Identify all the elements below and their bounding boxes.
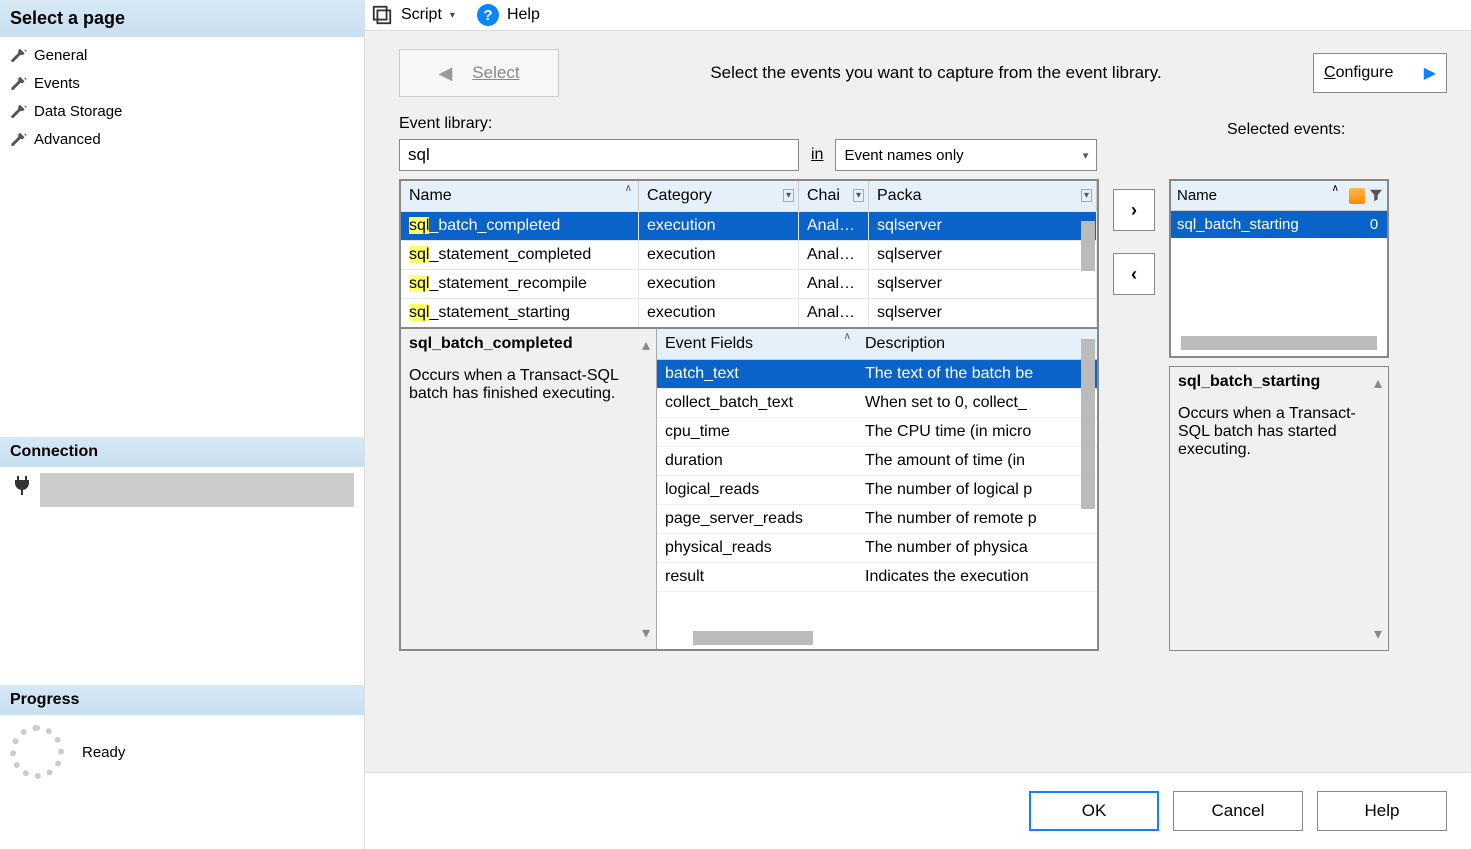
filter-icon[interactable] xyxy=(1369,188,1383,202)
selected-events-grid[interactable]: Name ∧ xyxy=(1169,179,1389,358)
plug-icon xyxy=(10,473,34,497)
scrollbar[interactable] xyxy=(1081,339,1095,509)
library-row[interactable]: sql_statement_startingexecutionAnalytics… xyxy=(401,298,1097,327)
field-row[interactable]: collect_batch_textWhen set to 0, collect… xyxy=(657,389,1097,418)
selected-event-description: ▴ sql_batch_starting Occurs when a Trans… xyxy=(1169,366,1389,651)
progress-status: Ready xyxy=(82,744,125,761)
sort-asc-icon: ∧ xyxy=(625,183,632,194)
library-row[interactable]: sql_batch_completedexecutionAnalyticsqls… xyxy=(401,211,1097,240)
toolbar: Script ▾ ? Help xyxy=(365,0,1471,31)
help-button[interactable]: Help xyxy=(1317,791,1447,831)
wrench-icon xyxy=(10,130,28,148)
collapse-up-icon[interactable]: ▴ xyxy=(1374,373,1382,393)
field-row[interactable]: cpu_timeThe CPU time (in micro xyxy=(657,418,1097,447)
page-list: General Events Data Storage Advanced xyxy=(0,37,364,157)
progress-spinner-icon xyxy=(10,725,64,779)
collapse-down-icon[interactable]: ▾ xyxy=(1374,624,1382,644)
progress-header: Progress xyxy=(0,685,364,715)
event-library-label: Event library: xyxy=(399,115,1227,133)
field-row[interactable]: page_server_readsThe number of remote p xyxy=(657,505,1097,534)
field-row[interactable]: physical_readsThe number of physica xyxy=(657,534,1097,563)
col-description[interactable]: Description xyxy=(857,329,1097,359)
library-row[interactable]: sql_statement_recompileexecutionAnalytic… xyxy=(401,269,1097,298)
selected-event-title: sql_batch_starting xyxy=(1178,373,1380,391)
chevron-left-icon: ◀ xyxy=(438,63,452,84)
selected-event-desc: Occurs when a Transact-SQL batch has sta… xyxy=(1178,405,1380,459)
scope-value: Event names only xyxy=(844,147,963,164)
page-general[interactable]: General xyxy=(6,41,358,69)
field-row[interactable]: resultIndicates the execution xyxy=(657,563,1097,592)
page-label: Advanced xyxy=(34,131,101,148)
event-description: Occurs when a Transact-SQL batch has fin… xyxy=(409,367,648,403)
event-library-search[interactable] xyxy=(399,139,799,171)
event-library-grid[interactable]: Name∧ Category▾ Chai▾ Pack xyxy=(399,179,1099,329)
event-fields-grid[interactable]: Event Fields∧ Description batch_textThe … xyxy=(657,329,1097,649)
sidebar: Select a page General Events Data Storag… xyxy=(0,0,365,849)
page-data-storage[interactable]: Data Storage xyxy=(6,97,358,125)
wizard-back-button[interactable]: ◀ Select xyxy=(399,49,559,97)
add-event-button[interactable]: › xyxy=(1113,189,1155,231)
cancel-button[interactable]: Cancel xyxy=(1173,791,1303,831)
help-icon[interactable]: ? xyxy=(477,4,499,26)
collapse-down-icon[interactable]: ▾ xyxy=(642,623,650,643)
wrench-icon xyxy=(10,74,28,92)
event-description-panel: ▴ sql_batch_completed Occurs when a Tran… xyxy=(401,329,657,649)
col-event-field[interactable]: Event Fields∧ xyxy=(657,329,857,359)
page-label: Events xyxy=(34,75,80,92)
scrollbar-h[interactable] xyxy=(1181,336,1377,350)
scrollbar[interactable] xyxy=(1081,221,1095,271)
scrollbar-h[interactable] xyxy=(693,631,813,645)
page-label: Data Storage xyxy=(34,103,122,120)
page-label: General xyxy=(34,47,87,64)
configure-label: Configure xyxy=(1324,64,1393,82)
script-label[interactable]: Script xyxy=(401,6,442,24)
main-pane: Script ▾ ? Help ◀ Select Select the even… xyxy=(365,0,1471,849)
script-icon[interactable] xyxy=(371,4,393,26)
wizard-message: Select the events you want to capture fr… xyxy=(579,63,1293,83)
col-category[interactable]: Category▾ xyxy=(639,181,799,211)
field-row[interactable]: batch_textThe text of the batch be xyxy=(657,360,1097,389)
dropdown-icon: ▾ xyxy=(783,189,794,202)
search-scope-combo[interactable]: Event names only ▾ xyxy=(835,139,1097,171)
dropdown-icon[interactable]: ▾ xyxy=(450,10,455,21)
library-row[interactable]: sql_statement_completedexecutionAnalytic… xyxy=(401,240,1097,269)
configure-button[interactable]: Configure ▶ xyxy=(1313,53,1447,93)
selected-row[interactable]: sql_batch_starting0 xyxy=(1171,211,1387,238)
chevron-down-icon: ▾ xyxy=(1083,149,1089,162)
selected-events-label: Selected events: xyxy=(1227,121,1447,139)
wizard-select-label: Select xyxy=(472,63,519,83)
in-label: in xyxy=(807,146,827,164)
remove-event-button[interactable]: ‹ xyxy=(1113,253,1155,295)
field-row[interactable]: logical_readsThe number of logical p xyxy=(657,476,1097,505)
page-events[interactable]: Events xyxy=(6,69,358,97)
connection-header: Connection xyxy=(0,437,364,467)
col-channel[interactable]: Chai▾ xyxy=(799,181,869,211)
sidebar-header: Select a page xyxy=(0,0,364,37)
collapse-up-icon[interactable]: ▴ xyxy=(642,335,650,355)
col-package[interactable]: Packa▾ xyxy=(869,181,1097,211)
connection-value[interactable] xyxy=(40,473,354,507)
sort-asc-icon: ∧ xyxy=(1332,183,1339,194)
wrench-icon xyxy=(10,46,28,64)
help-label[interactable]: Help xyxy=(507,6,540,24)
footer: OK Cancel Help xyxy=(365,772,1471,849)
page-advanced[interactable]: Advanced xyxy=(6,125,358,153)
wrench-icon xyxy=(10,102,28,120)
chevron-right-icon: ▶ xyxy=(1424,63,1436,83)
field-row[interactable]: durationThe amount of time (in xyxy=(657,447,1097,476)
lightning-icon[interactable] xyxy=(1349,188,1365,204)
sort-asc-icon: ∧ xyxy=(844,331,851,342)
dropdown-icon: ▾ xyxy=(853,189,864,202)
ok-button[interactable]: OK xyxy=(1029,791,1159,831)
chevron-left-icon: ‹ xyxy=(1131,264,1137,285)
col-name[interactable]: Name∧ xyxy=(401,181,639,211)
dropdown-icon: ▾ xyxy=(1081,189,1092,202)
chevron-right-icon: › xyxy=(1131,200,1137,221)
event-title: sql_batch_completed xyxy=(409,335,648,353)
col-name[interactable]: Name ∧ xyxy=(1171,181,1345,210)
